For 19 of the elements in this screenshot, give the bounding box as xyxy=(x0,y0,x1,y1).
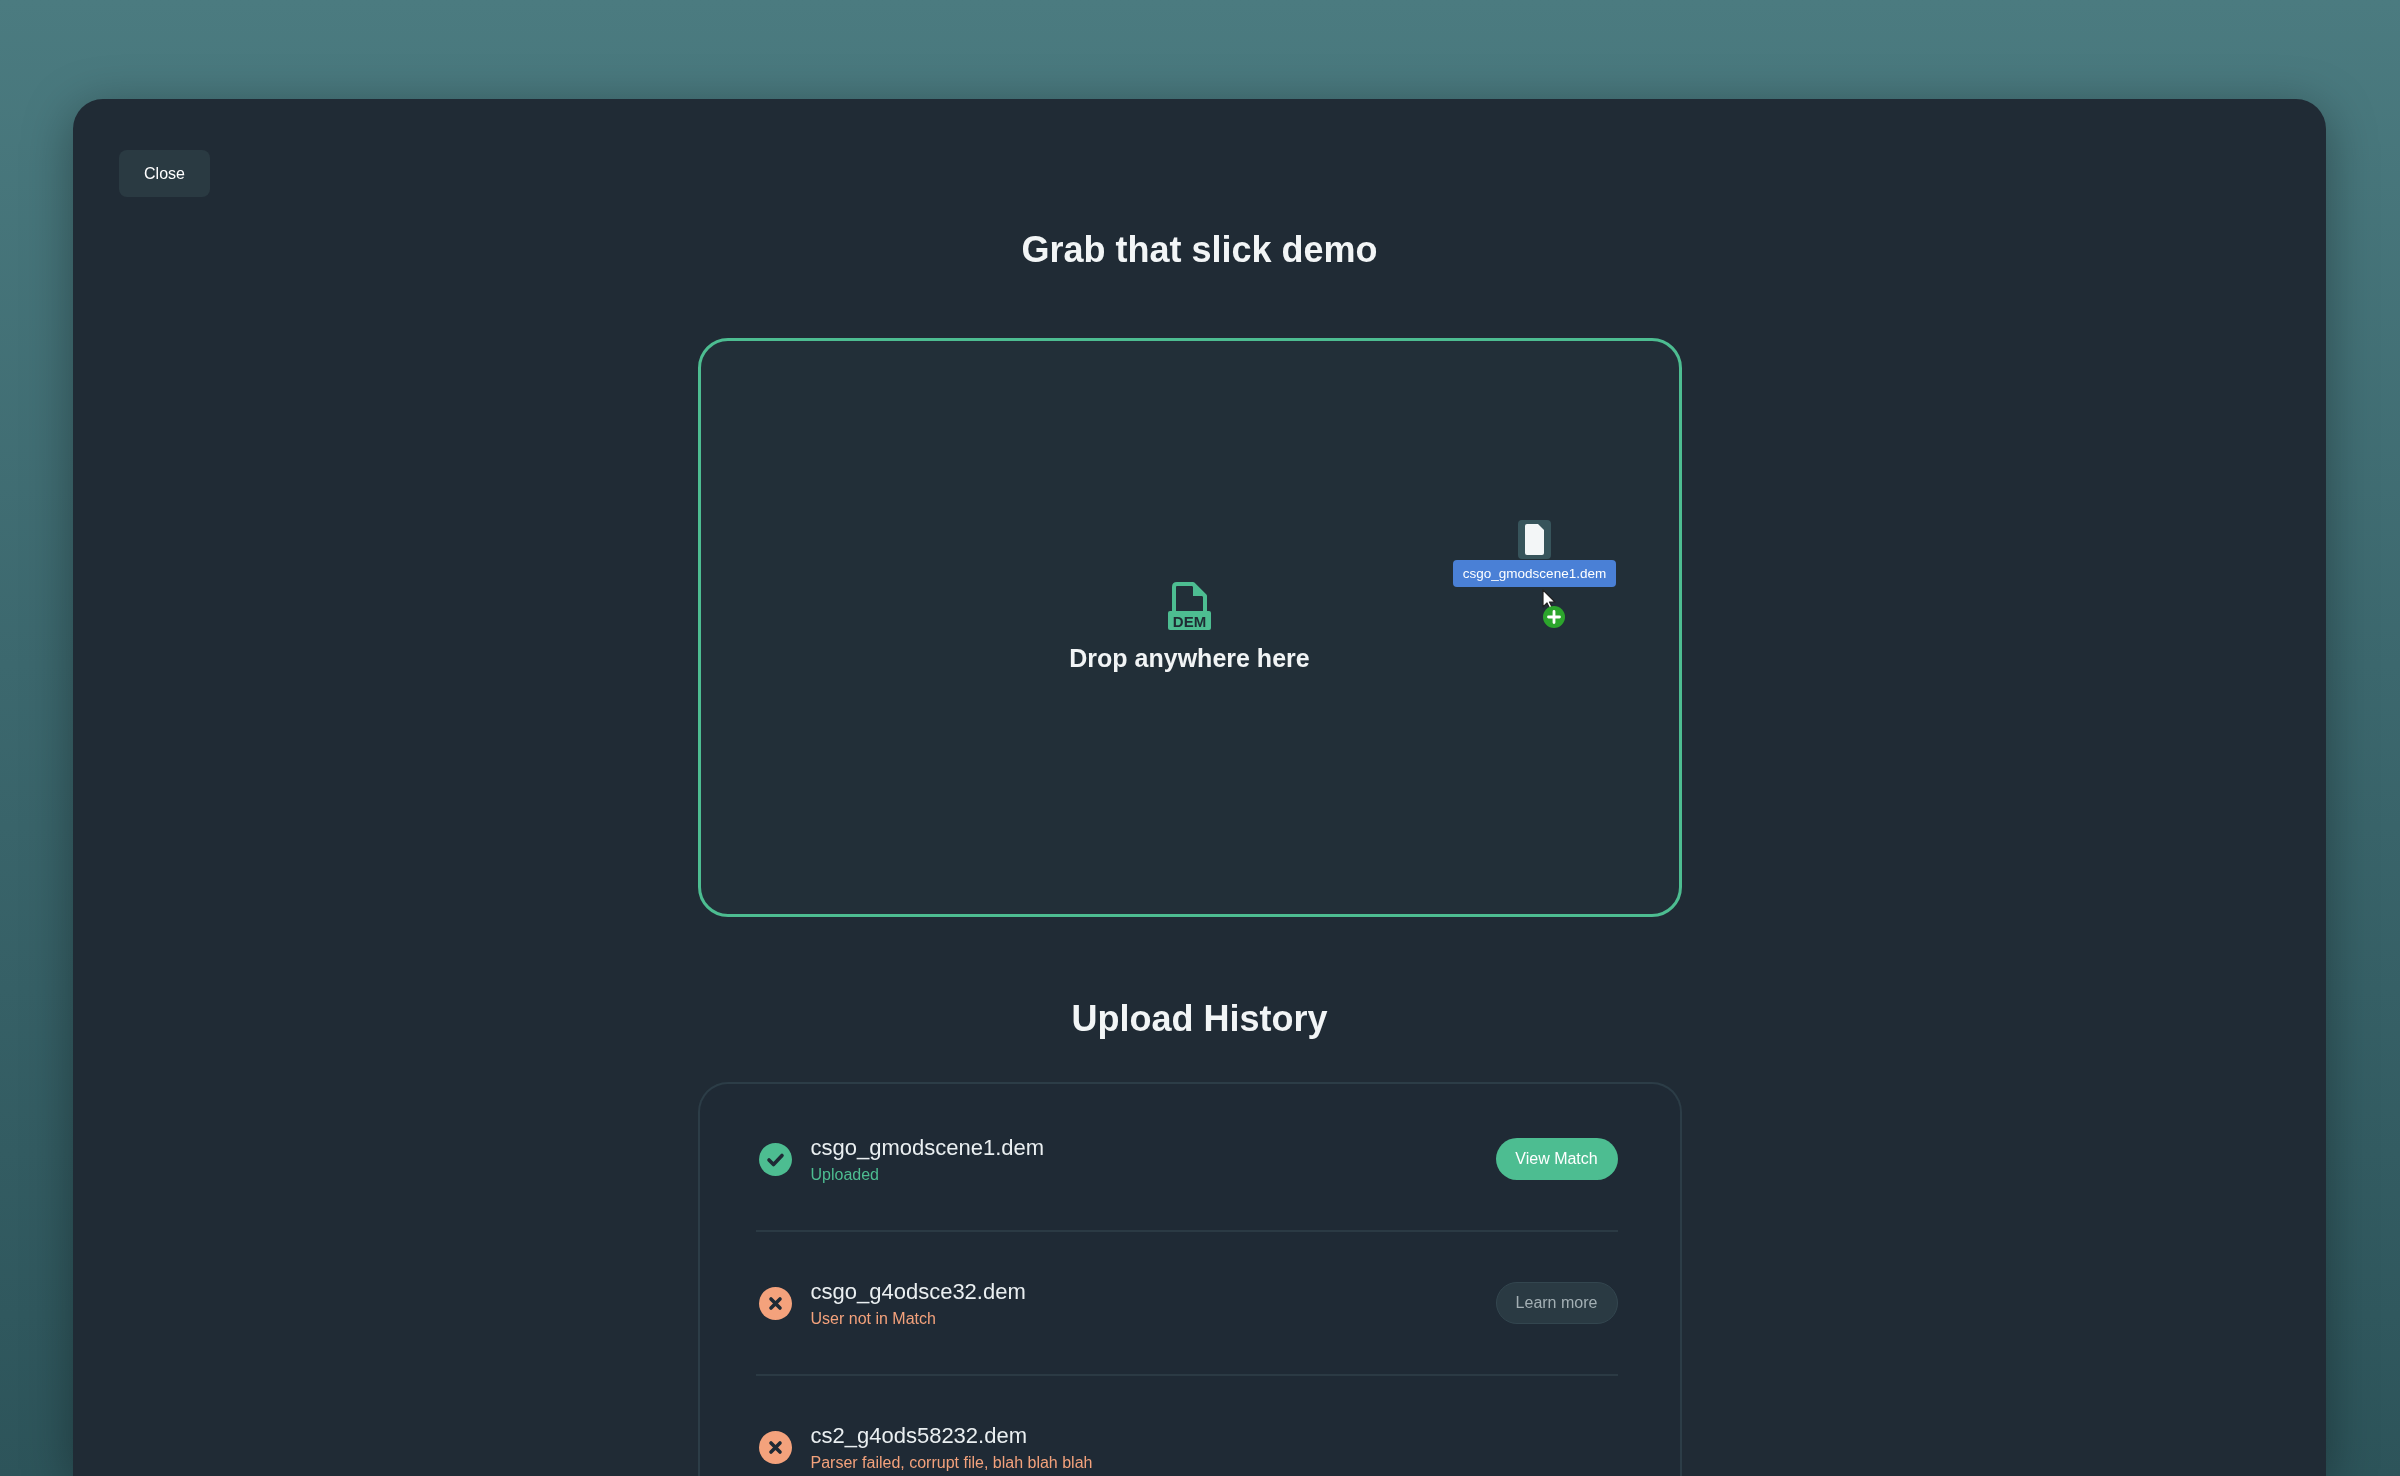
file-icon xyxy=(1518,520,1551,559)
file-name: cs2_g4ods58232.dem xyxy=(810,1423,1027,1448)
dragged-file-label: csgo_gmodscene1.dem xyxy=(1452,560,1617,587)
learn-more-button[interactable]: Learn more xyxy=(1495,1282,1618,1324)
upload-status: User not in Match xyxy=(810,1310,936,1327)
drop-zone[interactable]: DEM Drop anywhere here csgo_gmodscene1.dem xyxy=(697,338,1682,917)
file-name: csgo_gmodscene1.dem xyxy=(810,1135,1045,1160)
upload-status: Uploaded xyxy=(810,1166,879,1183)
drop-prompt: Drop anywhere here xyxy=(1069,643,1310,673)
cursor-icon xyxy=(1541,589,1556,610)
x-circle-icon xyxy=(758,1430,792,1464)
close-button[interactable]: Close xyxy=(119,150,210,197)
check-circle-icon xyxy=(758,1142,792,1176)
file-name: csgo_g4odsce32.dem xyxy=(810,1279,1026,1304)
upload-status: Parser failed, corrupt file, blah blah blah xyxy=(810,1454,1093,1471)
x-circle-icon xyxy=(758,1286,792,1320)
page-title: Grab that slick demo xyxy=(1021,228,1378,272)
section-title: Upload History xyxy=(1071,997,1328,1041)
plus-icon xyxy=(1542,606,1565,628)
